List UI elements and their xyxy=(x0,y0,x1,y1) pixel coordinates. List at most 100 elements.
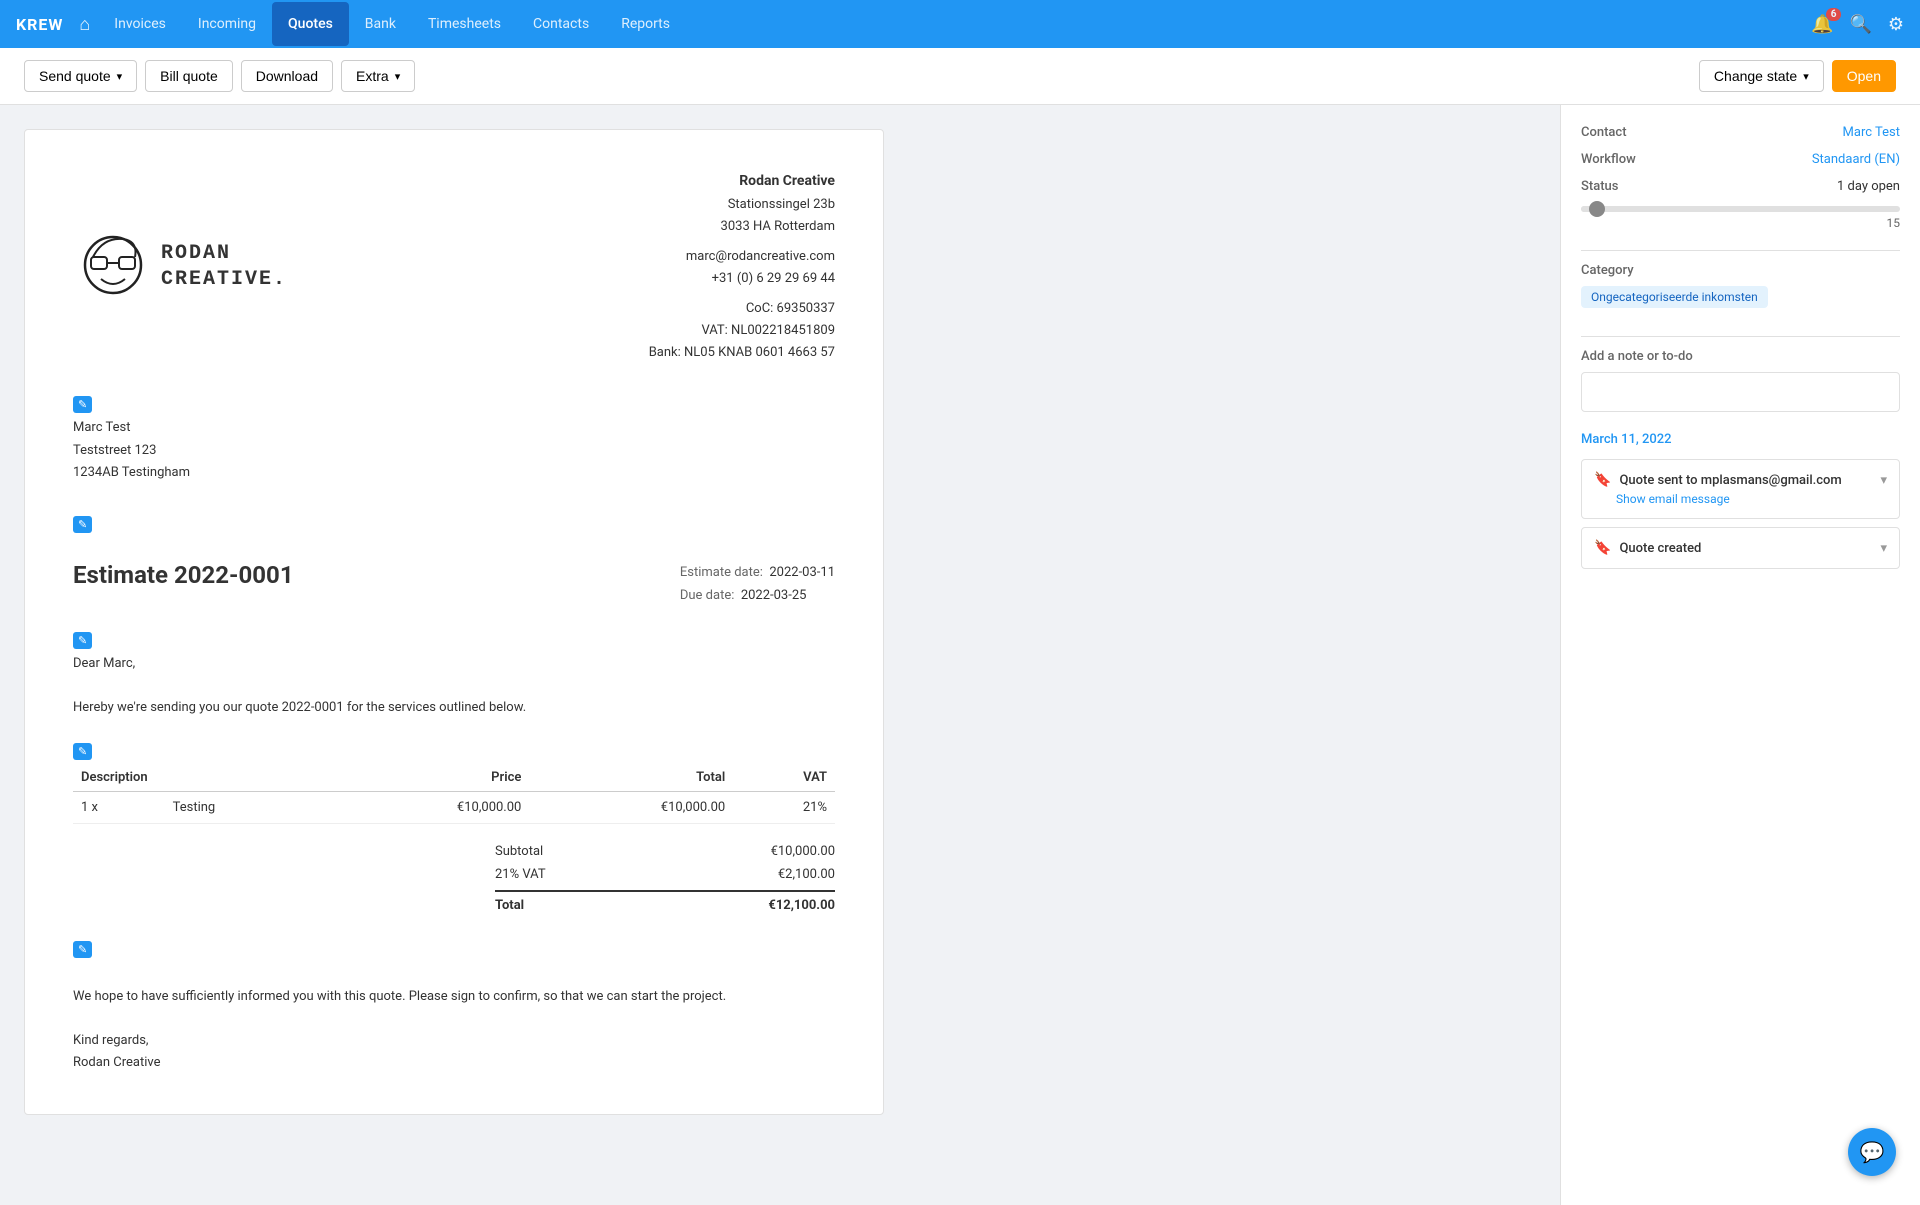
bill-quote-button[interactable]: Bill quote xyxy=(145,60,233,92)
status-field: Status 1 day open xyxy=(1581,179,1900,194)
send-quote-chevron: ▾ xyxy=(117,70,123,83)
timeline-item-0-header: 🔖 Quote sent to mplasmans@gmail.com ▾ xyxy=(1594,472,1887,488)
brand-name: KREW xyxy=(16,15,63,34)
logo-text: RODANCREATIVE. xyxy=(161,241,287,293)
send-quote-button[interactable]: Send quote ▾ xyxy=(24,60,137,92)
change-state-button[interactable]: Change state ▾ xyxy=(1699,60,1824,92)
company-coc: CoC: 69350337 xyxy=(649,298,835,320)
workflow-value: Standaard (EN) xyxy=(1812,152,1900,167)
nav-reports[interactable]: Reports xyxy=(605,2,686,46)
status-value: 1 day open xyxy=(1837,179,1900,194)
contact-link[interactable]: Marc Test xyxy=(1843,125,1900,140)
status-slider-area: 15 xyxy=(1581,206,1900,230)
chat-icon: 💬 xyxy=(1860,1140,1885,1164)
col-price: Price xyxy=(325,764,529,792)
col-total: Total xyxy=(529,764,733,792)
slider-thumb[interactable] xyxy=(1589,201,1605,217)
show-email-link[interactable]: Show email message xyxy=(1616,492,1887,506)
timeline-expand-0[interactable]: ▾ xyxy=(1880,473,1887,488)
items-edit-icon[interactable]: ✎ xyxy=(73,743,92,760)
toolbar: Send quote ▾ Bill quote Download Extra ▾… xyxy=(0,48,1920,105)
col-vat: VAT xyxy=(733,764,835,792)
doc-header: RODANCREATIVE. Rodan Creative Stationssi… xyxy=(73,170,835,364)
recipient-name: Marc Test xyxy=(73,417,835,439)
nav-contacts[interactable]: Contacts xyxy=(517,2,605,46)
sidebar-date: March 11, 2022 xyxy=(1581,432,1900,447)
footer-text: We hope to have sufficiently informed yo… xyxy=(73,986,835,1074)
timeline-expand-1[interactable]: ▾ xyxy=(1880,541,1887,556)
chat-button[interactable]: 💬 xyxy=(1848,1128,1896,1176)
subtotal-row: Subtotal €10,000.00 xyxy=(495,840,835,863)
timeline-item-0: 🔖 Quote sent to mplasmans@gmail.com ▾ Sh… xyxy=(1581,459,1900,519)
recipient-address1: Teststreet 123 xyxy=(73,440,835,462)
cell-desc: Testing xyxy=(157,791,326,823)
intro-text: Dear Marc, Hereby we're sending you our … xyxy=(73,653,835,719)
toolbar-right: Change state ▾ Open xyxy=(1699,60,1896,92)
timeline-item-1-text: Quote created xyxy=(1619,541,1701,556)
navbar: KREW ⌂ Invoices Incoming Quotes Bank Tim… xyxy=(0,0,1920,48)
search-button[interactable]: 🔍 xyxy=(1849,14,1871,35)
contact-value: Marc Test xyxy=(1843,125,1900,140)
note-input[interactable] xyxy=(1581,372,1900,412)
home-icon[interactable]: ⌂ xyxy=(79,14,90,35)
change-state-chevron: ▾ xyxy=(1803,70,1809,83)
navbar-right: 🔔 6 🔍 ⚙ xyxy=(1811,14,1904,35)
totals-section: Subtotal €10,000.00 21% VAT €2,100.00 To… xyxy=(495,840,835,917)
company-phone: +31 (0) 6 29 29 69 44 xyxy=(649,268,835,290)
company-address2: 3033 HA Rotterdam xyxy=(649,216,835,238)
table-row: 1 x Testing €10,000.00 €10,000.00 21% xyxy=(73,791,835,823)
extra-chevron: ▾ xyxy=(395,70,401,83)
sidebar: Contact Marc Test Workflow Standaard (EN… xyxy=(1560,105,1920,1205)
open-status-button[interactable]: Open xyxy=(1832,60,1896,92)
contact-field: Contact Marc Test xyxy=(1581,125,1900,140)
note-label: Add a note or to-do xyxy=(1581,349,1900,364)
company-address1: Stationssingel 23b xyxy=(649,194,835,216)
estimate-header: Estimate 2022-0001 Estimate date: 2022-0… xyxy=(73,561,835,616)
logo-area: RODANCREATIVE. xyxy=(73,170,287,364)
company-logo xyxy=(73,227,153,307)
cell-vat: 21% xyxy=(733,791,835,823)
intro-edit-icon[interactable]: ✎ xyxy=(73,632,92,649)
main-layout: RODANCREATIVE. Rodan Creative Stationssi… xyxy=(0,105,1920,1205)
nav-incoming[interactable]: Incoming xyxy=(182,2,272,46)
nav-bank[interactable]: Bank xyxy=(349,2,412,46)
download-button[interactable]: Download xyxy=(241,60,333,92)
recipient-address2: 1234AB Testingham xyxy=(73,462,835,484)
company-vat: VAT: NL002218451809 xyxy=(649,320,835,342)
cell-qty: 1 x xyxy=(73,791,157,823)
nav-invoices[interactable]: Invoices xyxy=(98,2,182,46)
workflow-field: Workflow Standaard (EN) xyxy=(1581,152,1900,167)
items-table: Description Price Total VAT 1 x Testing … xyxy=(73,764,835,824)
footer-edit-icon[interactable]: ✎ xyxy=(73,941,92,958)
nav-quotes[interactable]: Quotes xyxy=(272,2,349,46)
company-email: marc@rodancreative.com xyxy=(649,246,835,268)
estimate-dates: Estimate date: 2022-03-11 Due date: 2022… xyxy=(680,561,835,608)
total-row: Total €12,100.00 xyxy=(495,890,835,917)
due-date-row: Due date: 2022-03-25 xyxy=(680,584,835,607)
company-bank: Bank: NL05 KNAB 0601 4663 57 xyxy=(649,342,835,364)
estimate-date-row: Estimate date: 2022-03-11 xyxy=(680,561,835,584)
category-badge[interactable]: Ongecategoriseerde inkomsten xyxy=(1581,286,1768,308)
recipient-box: Marc Test Teststreet 123 1234AB Testingh… xyxy=(73,417,835,483)
estimate-title: Estimate 2022-0001 xyxy=(73,561,294,589)
slider-track xyxy=(1581,206,1900,212)
notifications-button[interactable]: 🔔 6 xyxy=(1811,14,1833,35)
recipient-edit-icon[interactable]: ✎ xyxy=(73,396,92,413)
bookmark-icon-1: 🔖 xyxy=(1594,540,1611,556)
document-card: RODANCREATIVE. Rodan Creative Stationssi… xyxy=(24,129,884,1115)
timeline-item-1-header: 🔖 Quote created ▾ xyxy=(1594,540,1887,556)
extra-button[interactable]: Extra ▾ xyxy=(341,60,415,92)
estimate-edit-icon[interactable]: ✎ xyxy=(73,516,92,533)
company-info: Rodan Creative Stationssingel 23b 3033 H… xyxy=(649,170,835,364)
slider-value: 15 xyxy=(1581,216,1900,230)
nav-links: Invoices Incoming Quotes Bank Timesheets… xyxy=(98,2,686,46)
items-section: ✎ Description Price Total VAT 1 x Testin… xyxy=(73,743,835,917)
nav-timesheets[interactable]: Timesheets xyxy=(412,2,517,46)
cell-price: €10,000.00 xyxy=(325,791,529,823)
workflow-link[interactable]: Standaard (EN) xyxy=(1812,152,1900,167)
company-name: Rodan Creative xyxy=(649,170,835,194)
timeline-item-0-text: Quote sent to mplasmans@gmail.com xyxy=(1619,473,1841,488)
settings-button[interactable]: ⚙ xyxy=(1888,14,1904,35)
vat-row: 21% VAT €2,100.00 xyxy=(495,863,835,886)
recipient-section: ✎ Marc Test Teststreet 123 1234AB Testin… xyxy=(73,396,835,483)
